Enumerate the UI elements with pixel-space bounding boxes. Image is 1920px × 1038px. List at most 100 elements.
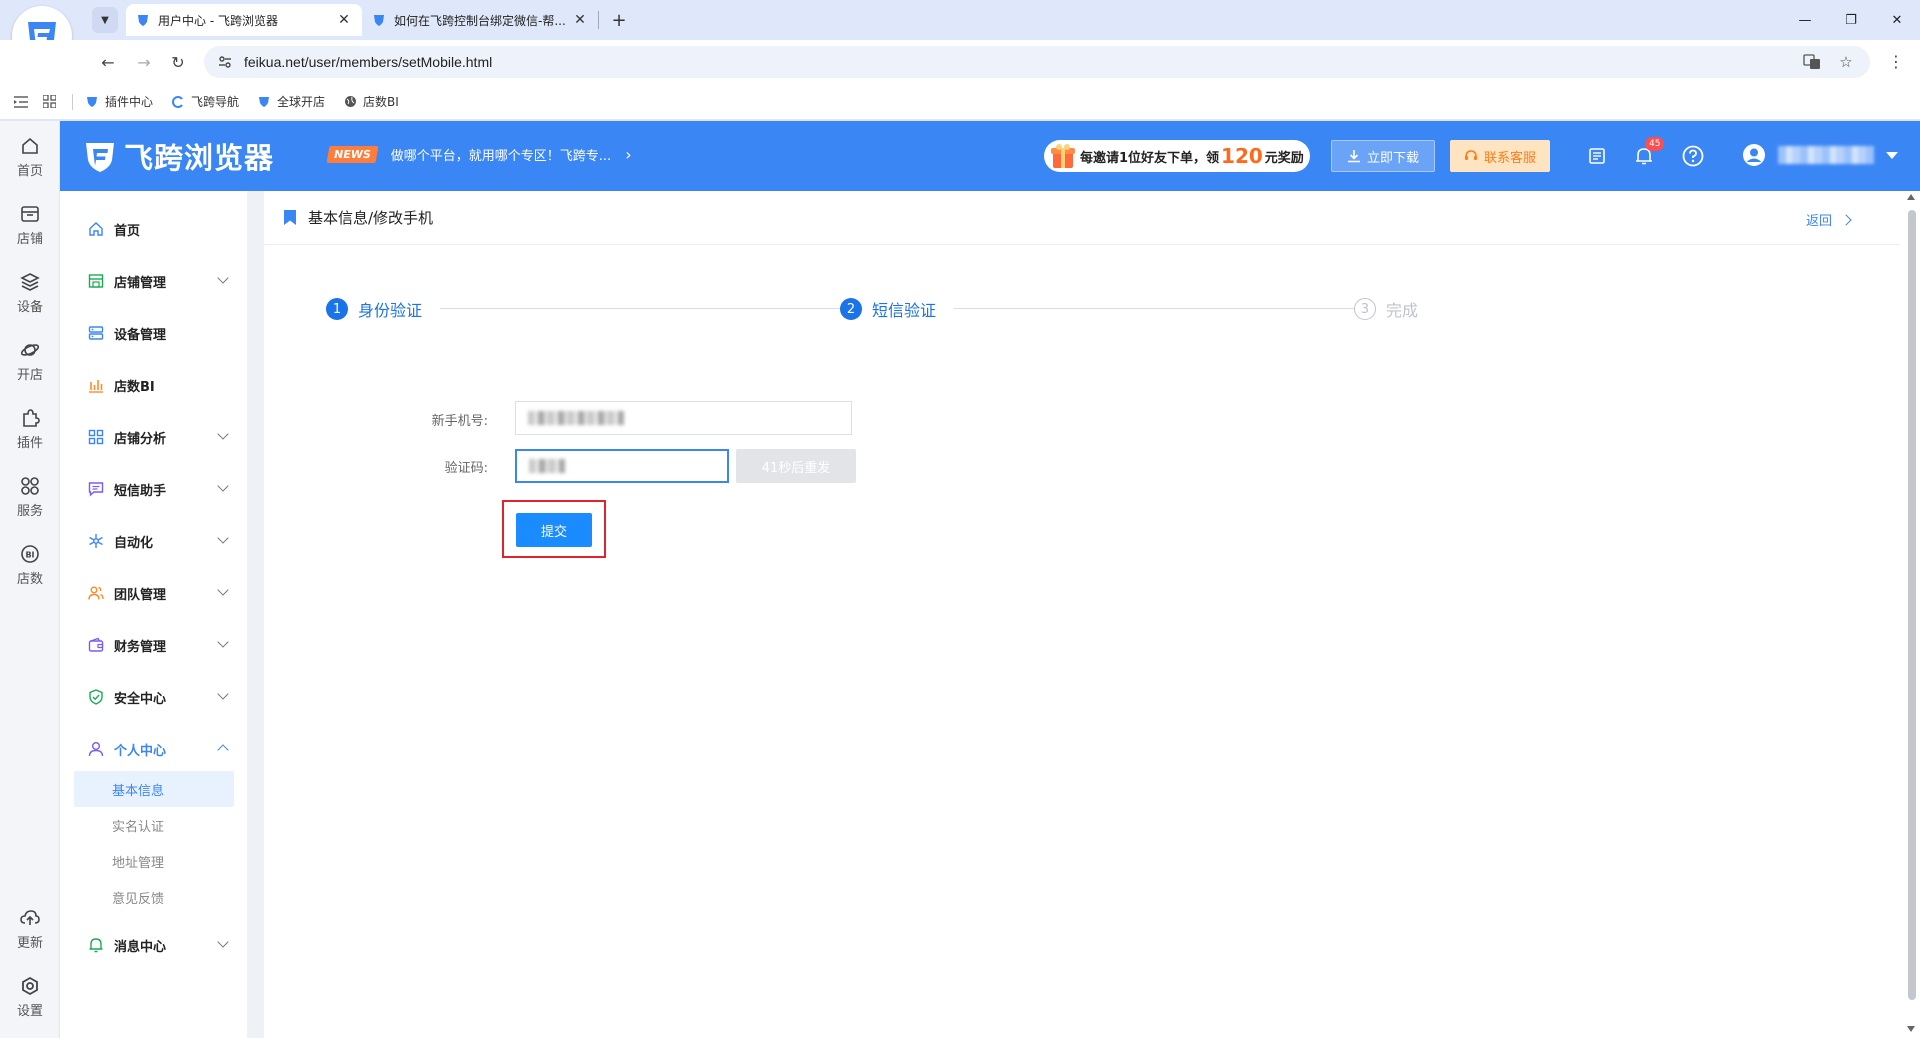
bookmark-feikua-nav[interactable]: 飞跨导航: [171, 93, 239, 110]
rail-item-home[interactable]: 首页: [0, 129, 60, 185]
page-scrollbar[interactable]: [1908, 200, 1916, 1010]
notification-bell-icon[interactable]: 45: [1631, 137, 1665, 169]
caret-down-icon: [1886, 151, 1898, 159]
sidebar-item-store-analysis[interactable]: 店铺分析: [60, 417, 247, 457]
window-close-icon[interactable]: ✕: [1874, 8, 1920, 32]
rail-item-store[interactable]: 店铺: [0, 197, 60, 253]
tab-strip: ▼ 用户中心 - 飞跨浏览器 ✕ 如何在飞跨控制台绑定微信-帮... ✕ +: [92, 4, 633, 36]
download-button[interactable]: 立即下载: [1331, 140, 1435, 172]
download-icon: [1347, 150, 1360, 163]
forward-arrow-icon[interactable]: →: [132, 50, 156, 74]
new-phone-input[interactable]: [515, 401, 852, 435]
translate-icon[interactable]: [1802, 52, 1822, 72]
sub-item-address-manage[interactable]: 地址管理: [74, 843, 234, 879]
step-label: 短信验证: [872, 301, 937, 320]
sidebar-item-device-manage[interactable]: 设备管理: [60, 313, 247, 353]
verify-code-input[interactable]: [515, 449, 729, 483]
invite-prefix: 每邀请1位好友下单，领: [1080, 150, 1220, 166]
sidebar-item-finance-manage[interactable]: 财务管理: [60, 625, 247, 665]
bookmark-star-icon[interactable]: ☆: [1836, 52, 1856, 72]
message-icon: [88, 482, 104, 497]
rail-item-settings[interactable]: 设置: [0, 969, 60, 1025]
step-identity-verify: 1 身份验证: [326, 297, 422, 321]
invite-banner[interactable]: 每邀请1位好友下单，领 120 元奖励: [1044, 140, 1310, 172]
new-tab-icon[interactable]: +: [605, 6, 633, 34]
scrollbar-thumb[interactable]: [1908, 210, 1916, 1000]
step-label: 身份验证: [358, 301, 423, 320]
chevron-down-icon: [217, 272, 229, 284]
phone-value-redacted: [528, 411, 624, 425]
help-icon[interactable]: [1680, 143, 1706, 169]
rail-item-device[interactable]: 设备: [0, 265, 60, 321]
user-menu[interactable]: [1742, 143, 1898, 167]
bookmark-store-bi[interactable]: 店数BI: [343, 93, 399, 110]
brand-logo[interactable]: 飞跨浏览器: [82, 135, 274, 177]
site-settings-icon[interactable]: [216, 53, 234, 71]
rail-item-open-store[interactable]: 开店: [0, 333, 60, 389]
back-arrow-icon[interactable]: ←: [96, 50, 120, 74]
chevron-up-icon: [217, 744, 229, 756]
code-value-redacted: [529, 459, 565, 473]
feikua-favicon-icon: [372, 13, 386, 27]
document-icon[interactable]: [1584, 143, 1610, 169]
address-bar[interactable]: feikua.net/user/members/setMobile.html ☆: [204, 46, 1870, 78]
tab-close-icon[interactable]: ✕: [336, 12, 352, 28]
tab-user-center[interactable]: 用户中心 - 飞跨浏览器 ✕: [126, 4, 362, 36]
reload-icon[interactable]: ↻: [166, 50, 190, 74]
sub-item-feedback[interactable]: 意见反馈: [74, 879, 234, 915]
sidebar-item-team-manage[interactable]: 团队管理: [60, 573, 247, 613]
sidebar-item-sms-assistant[interactable]: 短信助手: [60, 469, 247, 509]
verify-code-label: 验证码:: [444, 461, 488, 476]
bookmark-plugin-center[interactable]: 插件中心: [85, 93, 153, 110]
news-ticker[interactable]: NEWS 做哪个平台，就用哪个专区！飞跨专... ›: [326, 145, 632, 164]
sub-item-real-name-auth[interactable]: 实名认证: [74, 807, 234, 843]
sub-item-basic-info[interactable]: 基本信息: [74, 771, 234, 807]
wallet-icon: [88, 637, 104, 652]
tab-title: 用户中心 - 飞跨浏览器: [158, 13, 278, 28]
shield-check-icon: [89, 689, 103, 705]
sidebar-item-security-center[interactable]: 安全中心: [60, 677, 247, 717]
cloud-upload-icon: [20, 909, 40, 925]
sidebar-item-store-manage[interactable]: 店铺管理: [60, 261, 247, 301]
contact-service-button[interactable]: 联系客服: [1450, 140, 1550, 172]
restore-icon[interactable]: ❐: [1828, 8, 1874, 32]
rail-item-store-data[interactable]: BI 店数: [0, 537, 60, 593]
submit-button[interactable]: 提交: [516, 513, 592, 547]
bookmark-global-store[interactable]: 全球开店: [257, 93, 325, 110]
chevron-down-icon: [217, 428, 229, 440]
rail-item-update[interactable]: 更新: [0, 901, 60, 957]
minimize-icon[interactable]: —: [1782, 8, 1828, 32]
rail-item-service[interactable]: 服务: [0, 469, 60, 525]
shield-logo-icon: [86, 143, 114, 172]
step-connector: [954, 308, 1354, 309]
chevron-right-icon: [1840, 213, 1852, 226]
sidebar-item-store-bi[interactable]: 店数BI: [60, 365, 247, 405]
browser-menu-icon[interactable]: ⋮: [1888, 52, 1904, 71]
scroll-down-arrow-icon[interactable]: [1907, 1026, 1915, 1032]
sidebar-item-automation[interactable]: 自动化: [60, 521, 247, 561]
apps-grid-icon[interactable]: [40, 93, 58, 111]
step-number: 2: [840, 298, 862, 320]
sidebar-divider: [247, 191, 264, 1038]
resend-code-button[interactable]: 41秒后重发: [736, 449, 856, 483]
rail-item-plugin[interactable]: 插件: [0, 401, 60, 457]
sidebar-item-personal-center[interactable]: 个人中心: [60, 729, 247, 769]
sidebar-item-message-center[interactable]: 消息中心: [60, 925, 247, 965]
chevron-down-icon: [217, 480, 229, 492]
sidebar-item-home[interactable]: 首页: [60, 209, 247, 249]
bi-icon: BI: [21, 544, 39, 563]
back-link[interactable]: 返回: [1806, 210, 1852, 229]
tab-search-icon[interactable]: ▼: [92, 7, 118, 33]
brand-name: 飞跨浏览器: [124, 141, 275, 175]
page-title: 基本信息/修改手机: [308, 209, 434, 227]
gift-icon: [1051, 144, 1075, 168]
browser-toolbar: ← → ↻ feikua.net/user/members/setMobile.…: [0, 40, 1920, 84]
sidebar-toggle-icon[interactable]: [12, 93, 30, 111]
headset-icon: [1464, 150, 1477, 160]
puzzle-icon: [23, 408, 40, 427]
tab-help-article[interactable]: 如何在飞跨控制台绑定微信-帮... ✕: [362, 4, 598, 36]
step-indicator: 1 身份验证 2 短信验证 3 完成: [326, 297, 1486, 327]
tab-close-icon[interactable]: ✕: [572, 12, 588, 28]
globe-icon: [343, 95, 357, 109]
avatar: [1743, 144, 1765, 166]
